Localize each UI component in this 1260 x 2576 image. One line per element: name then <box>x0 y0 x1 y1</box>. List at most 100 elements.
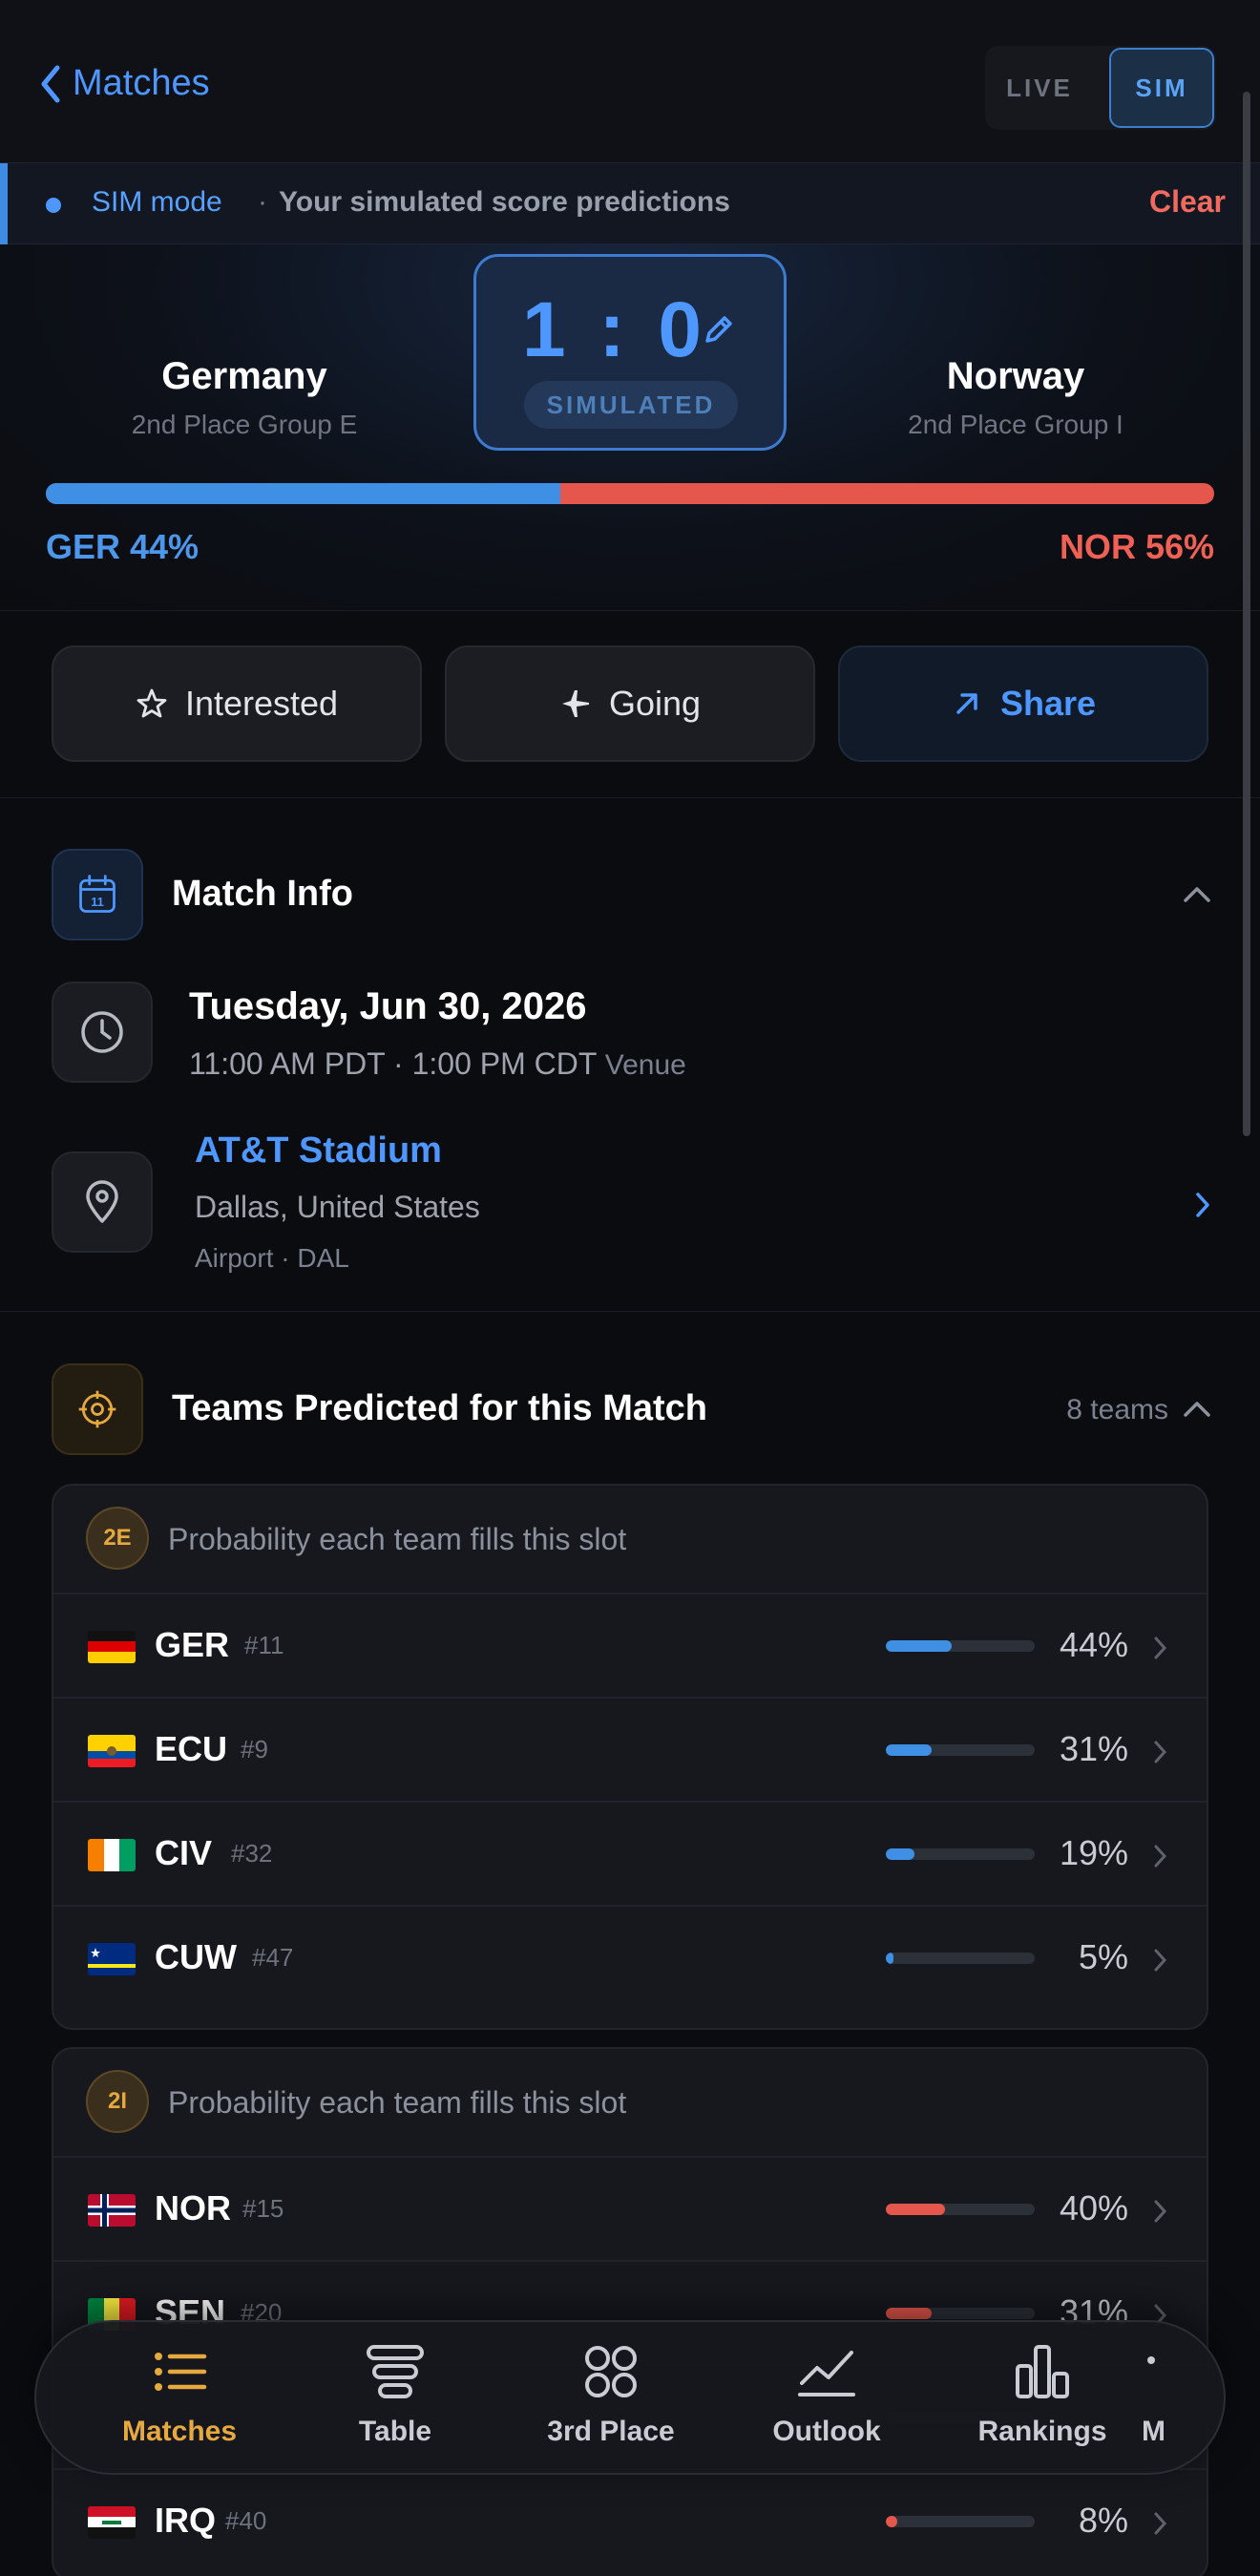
nav-matches[interactable]: Matches <box>84 2339 275 2463</box>
ecuador-flag-icon <box>88 1735 136 1767</box>
home-team[interactable]: Germany 2nd Place Group E <box>34 355 454 440</box>
away-team[interactable]: Norway 2nd Place Group I <box>806 355 1226 440</box>
probability-track <box>886 1848 1035 1860</box>
team-row[interactable]: ECU #9 31% <box>53 1699 1207 1803</box>
nav-label: Rankings <box>977 2416 1107 2447</box>
iraq-flag-icon <box>88 2506 136 2539</box>
nav-table[interactable]: Table <box>300 2339 491 2463</box>
going-button[interactable]: Going <box>445 645 815 762</box>
svg-text:11: 11 <box>91 895 104 909</box>
match-info-header[interactable]: 11 Match Info <box>52 849 1216 940</box>
slot-card-header: 2E Probability each team fills this slot <box>53 1486 1207 1594</box>
nav-3rd-place[interactable]: 3rd Place <box>515 2339 706 2463</box>
chevron-right-icon <box>1154 2200 1167 2223</box>
team-row[interactable]: CUW #47 5% <box>53 1907 1207 2011</box>
arrow-up-right-icon <box>956 693 977 714</box>
probability-fill <box>886 1640 952 1652</box>
teams-predicted-title: Teams Predicted for this Match <box>172 1388 707 1428</box>
venue-name[interactable]: AT&T Stadium <box>195 1130 442 1172</box>
team-rank: #40 <box>225 2506 267 2535</box>
team-row[interactable]: IRQ #40 8% <box>53 2470 1207 2574</box>
probability-value: 40% <box>1059 2188 1128 2228</box>
slot-card-header: 2I Probability each team fills this slot <box>53 2049 1207 2158</box>
calendar-icon: 11 <box>52 849 143 940</box>
team-code: ECU <box>155 1729 228 1768</box>
star-icon <box>136 688 167 718</box>
team-code: CIV <box>155 1833 213 1872</box>
team-code: IRQ <box>155 2501 217 2540</box>
bottom-nav: Matches Table 3rd Place Outlook Rankings… <box>34 2320 1226 2475</box>
nav-label: Matches <box>121 2416 238 2447</box>
probability-value: 44% <box>1059 1625 1128 1664</box>
team-row[interactable]: CIV #32 19% <box>53 1803 1207 1907</box>
interested-label: Interested <box>184 684 339 723</box>
chevron-right-icon[interactable] <box>1193 1190 1212 1220</box>
match-times: 11:00 AM PDT · 1:00 PM CDT <box>189 1046 597 1081</box>
venue-row[interactable]: AT&T Stadium Dallas, United States Airpo… <box>52 1127 1216 1279</box>
match-hero: Germany 2nd Place Group E 1 : 0 SIMULATE… <box>0 244 1260 611</box>
divider <box>0 1311 1260 1312</box>
home-team-name: Germany <box>161 355 327 397</box>
share-button[interactable]: Share <box>838 645 1208 762</box>
banner-accent-edge <box>0 163 8 245</box>
chevron-up-icon[interactable] <box>1178 1390 1216 1428</box>
probability-track <box>886 1953 1035 1964</box>
probability-fill <box>886 2516 898 2527</box>
score-editor[interactable]: 1 : 0 SIMULATED <box>473 254 787 451</box>
team-rank: #15 <box>242 2194 284 2223</box>
mode-sim-button[interactable]: SIM <box>1109 48 1214 128</box>
probability-track <box>886 1744 1035 1756</box>
probability-value: 5% <box>1078 1937 1128 1976</box>
nav-rankings[interactable]: Rankings <box>947 2339 1138 2463</box>
teams-predicted-header[interactable]: Teams Predicted for this Match 8 teams <box>52 1363 1216 1455</box>
nav-outlook[interactable]: Outlook <box>731 2339 922 2463</box>
clock-icon <box>52 982 153 1083</box>
probability-track <box>886 2516 1035 2527</box>
clear-button[interactable]: Clear <box>1149 184 1226 220</box>
curacao-flag-icon <box>88 1943 136 1975</box>
target-icon <box>52 1363 143 1455</box>
slot-card-2i: 2I Probability each team fills this slot… <box>52 2047 1208 2576</box>
nav-label: Outlook <box>772 2416 881 2447</box>
home-probability: GER 44% <box>46 527 200 566</box>
nav-label: M <box>1142 2416 1166 2447</box>
probability-fill <box>886 2308 933 2319</box>
home-team-slot: 2nd Place Group E <box>131 410 358 439</box>
interested-button[interactable]: Interested <box>52 645 422 762</box>
team-rank: #9 <box>241 1735 268 1763</box>
probability-value: 8% <box>1078 2501 1128 2540</box>
simulated-badge: SIMULATED <box>524 381 738 429</box>
germany-flag-icon <box>88 1631 136 1663</box>
match-date: Tuesday, Jun 30, 2026 <box>189 985 587 1027</box>
slot-caption: Probability each team fills this slot <box>168 1522 627 1556</box>
nav-label: Table <box>358 2416 432 2447</box>
scrollbar[interactable] <box>1243 92 1250 1136</box>
probability-track <box>886 2204 1035 2215</box>
chevron-right-icon <box>1154 1845 1167 1868</box>
team-row[interactable]: GER #11 44% <box>53 1594 1207 1699</box>
team-row[interactable]: NOR #15 40% <box>53 2158 1207 2262</box>
chevron-right-icon <box>1154 2512 1167 2535</box>
mode-toggle: LIVE SIM <box>985 46 1216 130</box>
back-label: Matches <box>73 63 210 103</box>
mode-live-button[interactable]: LIVE <box>987 48 1092 128</box>
back-button[interactable]: Matches <box>38 63 210 104</box>
chevron-up-icon[interactable] <box>1178 876 1216 914</box>
pencil-icon[interactable] <box>700 310 738 348</box>
chevron-left-icon <box>41 65 60 102</box>
win-probability-bar <box>46 483 1214 504</box>
probability-track <box>886 1640 1035 1652</box>
nav-more[interactable]: M <box>1134 2339 1224 2463</box>
table-icon <box>367 2345 424 2398</box>
sim-separator: · <box>258 186 267 218</box>
location-pin-icon <box>52 1151 153 1253</box>
probability-fill <box>886 2204 946 2215</box>
sim-dot-icon <box>46 198 61 213</box>
airplane-icon <box>561 690 589 717</box>
action-row: Interested Going Share <box>0 611 1260 798</box>
probability-fill <box>886 1744 933 1756</box>
team-rank: #11 <box>244 1631 284 1659</box>
probability-value: 19% <box>1059 1833 1128 1872</box>
team-rank: #47 <box>252 1943 294 1972</box>
top-bar: Matches LIVE SIM <box>0 0 1260 162</box>
